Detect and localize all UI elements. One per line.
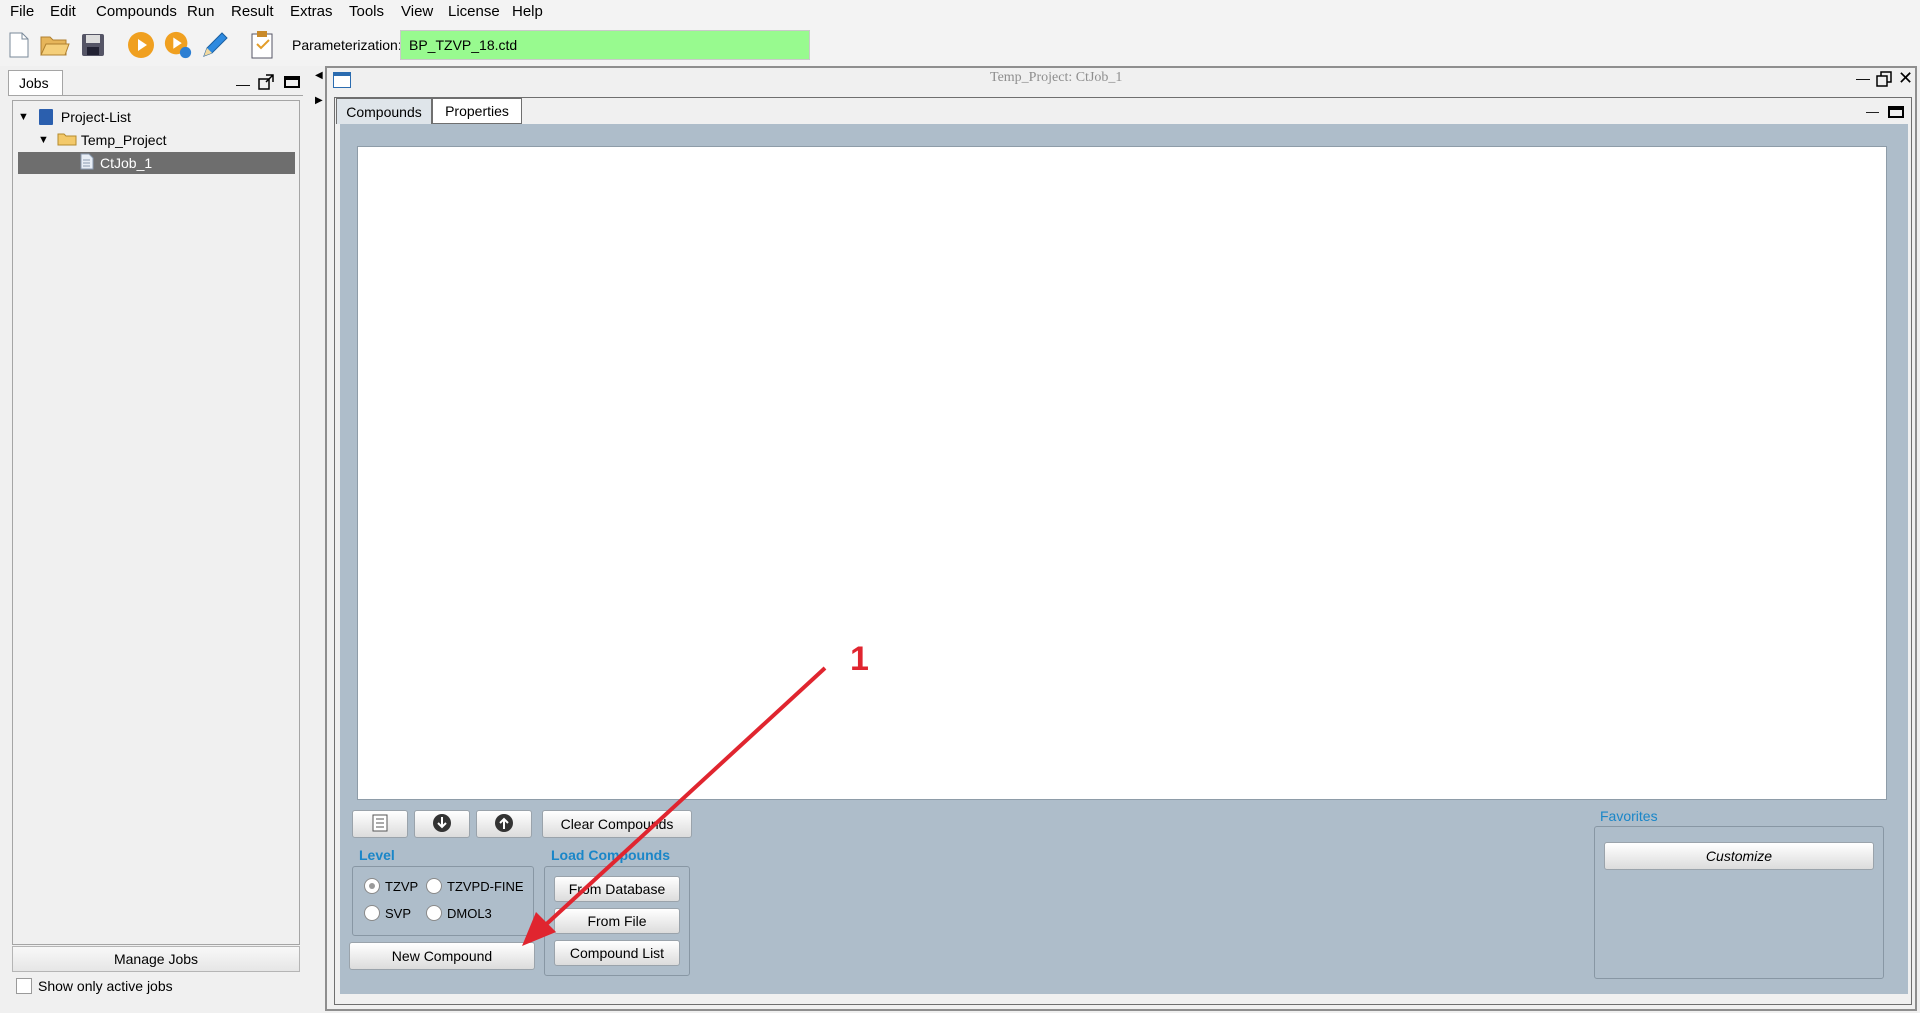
- window-minimize-icon[interactable]: —: [1856, 70, 1870, 86]
- radio-circle[interactable]: [426, 905, 442, 921]
- project-list-icon: [38, 109, 53, 125]
- expand-arrow-icon[interactable]: ▼: [38, 134, 49, 146]
- save-icon[interactable]: [78, 30, 108, 60]
- clipboard-icon[interactable]: [248, 30, 278, 60]
- jobs-tree: [12, 100, 300, 945]
- menu-view[interactable]: View: [401, 3, 433, 20]
- new-file-icon[interactable]: [4, 30, 34, 60]
- menu-license[interactable]: License: [448, 3, 500, 20]
- tree-item-label: Project-List: [60, 109, 131, 125]
- tree-item-ctjob[interactable]: CtJob_1: [18, 152, 295, 174]
- menu-file[interactable]: File: [10, 3, 34, 20]
- radio-circle[interactable]: [364, 905, 380, 921]
- move-down-button[interactable]: [414, 810, 470, 838]
- menu-extras[interactable]: Extras: [290, 3, 333, 20]
- radio-label: DMOL3: [447, 905, 492, 921]
- window-icon: [333, 72, 351, 88]
- panel-maximize-icon[interactable]: [284, 76, 300, 88]
- radio-label: SVP: [385, 905, 412, 921]
- open-folder-icon[interactable]: [40, 30, 70, 60]
- parameterization-label: Parameterization:: [292, 37, 402, 53]
- collapse-left-icon[interactable]: ◀: [315, 70, 323, 81]
- only-active-label: Show only active jobs: [38, 978, 173, 994]
- annotation-arrow-icon: [522, 666, 827, 946]
- run-settings-icon[interactable]: [163, 30, 193, 60]
- panel-float-icon[interactable]: [258, 74, 274, 94]
- folder-icon: [57, 132, 77, 149]
- list-view-button[interactable]: [352, 810, 408, 838]
- radio-svp[interactable]: SVP: [364, 905, 411, 921]
- manage-jobs-button[interactable]: Manage Jobs: [12, 946, 300, 972]
- window-restore-icon[interactable]: [1876, 71, 1892, 91]
- tab-compounds[interactable]: Compounds: [336, 98, 432, 124]
- edit-pencil-icon[interactable]: [200, 30, 230, 60]
- radio-label: TZVP: [385, 878, 419, 894]
- run-icon[interactable]: [126, 30, 156, 60]
- menu-result[interactable]: Result: [231, 3, 274, 20]
- window-close-icon[interactable]: ✕: [1898, 68, 1913, 89]
- tab-minimize-icon[interactable]: —: [1866, 104, 1879, 119]
- expand-right-icon[interactable]: ▶: [315, 95, 323, 106]
- tree-item-project-list[interactable]: ▼ Project-List: [18, 106, 131, 128]
- job-window-title: Temp_Project: CtJob_1: [990, 70, 1123, 85]
- tree-item-label: Temp_Project: [80, 132, 167, 148]
- jobs-tab[interactable]: Jobs: [8, 70, 63, 96]
- parameterization-field[interactable]: BP_TZVP_18.ctd: [400, 30, 810, 60]
- radio-tzvp[interactable]: TZVP: [364, 878, 418, 894]
- menu-compounds[interactable]: Compounds: [96, 3, 177, 20]
- tab-maximize-icon[interactable]: [1888, 106, 1904, 118]
- menu-help[interactable]: Help: [512, 3, 543, 20]
- tree-item-label: CtJob_1: [100, 155, 153, 171]
- tab-properties[interactable]: Properties: [432, 98, 522, 124]
- arrow-down-icon: [432, 813, 452, 836]
- customize-button[interactable]: Customize: [1604, 842, 1874, 870]
- menu-tools[interactable]: Tools: [349, 3, 384, 20]
- document-icon: [80, 153, 94, 173]
- menu-run[interactable]: Run: [187, 3, 215, 20]
- checkbox-box[interactable]: [16, 978, 32, 994]
- radio-circle[interactable]: [426, 878, 442, 894]
- toolbar: [0, 26, 1920, 66]
- list-icon: [372, 814, 388, 835]
- jobs-tab-divider: [8, 95, 303, 96]
- tree-item-temp-project[interactable]: ▼ Temp_Project: [38, 129, 166, 151]
- level-group-title: Level: [359, 847, 395, 863]
- only-active-checkbox[interactable]: Show only active jobs: [16, 978, 173, 994]
- radio-dmol3[interactable]: DMOL3: [426, 905, 492, 921]
- annotation-label: 1: [850, 640, 869, 678]
- menu-edit[interactable]: Edit: [50, 3, 76, 20]
- expand-arrow-icon[interactable]: ▼: [18, 111, 29, 123]
- panel-minimize-icon[interactable]: —: [236, 76, 250, 92]
- radio-circle[interactable]: [364, 878, 380, 894]
- favorites-title: Favorites: [1600, 808, 1658, 824]
- menu-bar: File Edit Compounds Run Result Extras To…: [0, 0, 1920, 26]
